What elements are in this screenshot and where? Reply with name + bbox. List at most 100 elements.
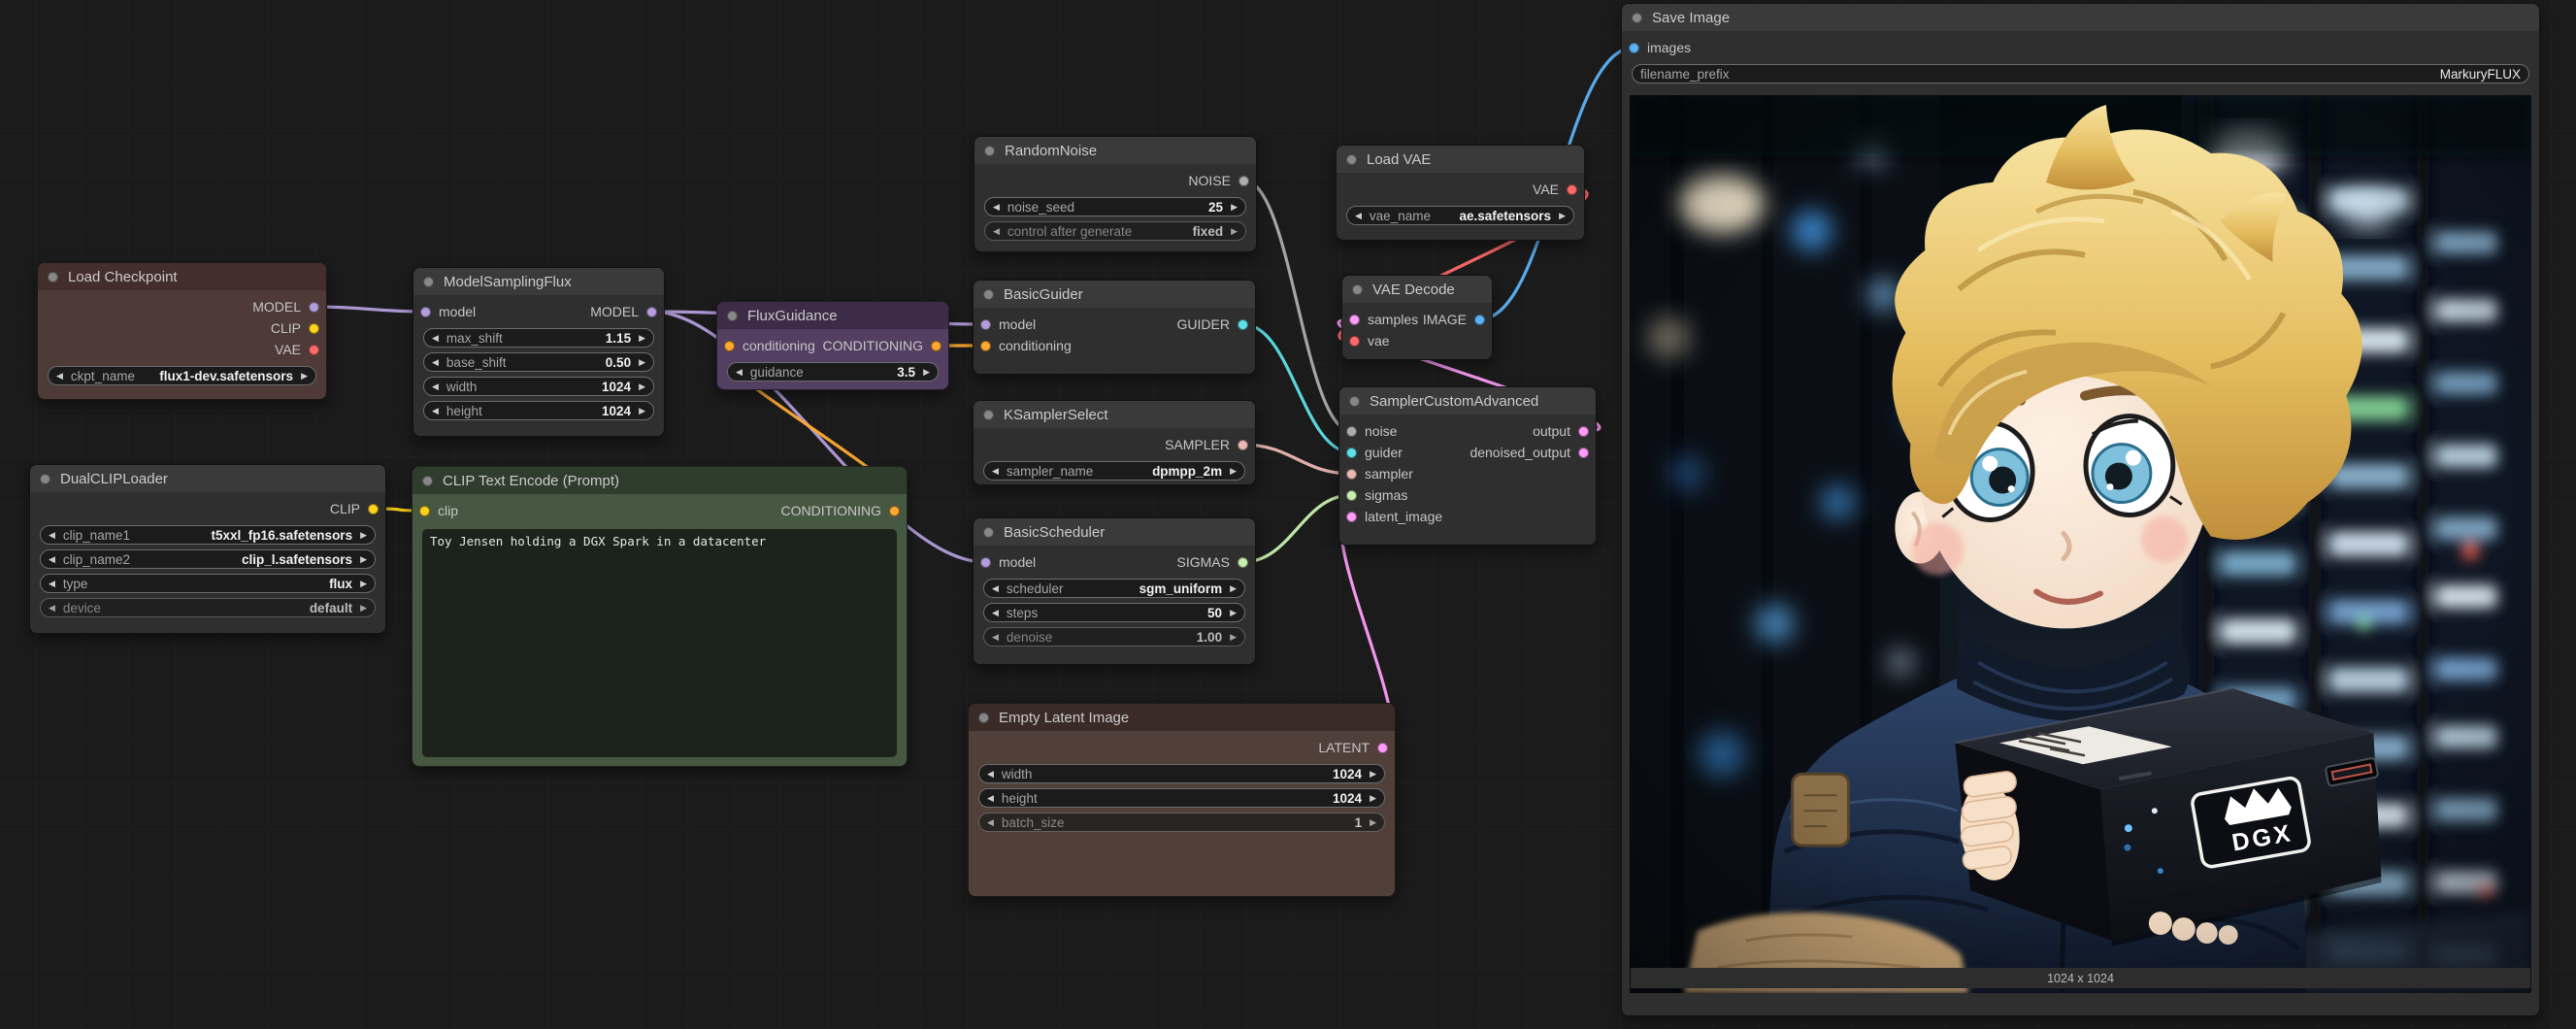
clip_name1-widget[interactable]: ◀clip_name1t5xxl_fp16.safetensors▶	[40, 525, 376, 545]
collapse-dot-icon[interactable]	[983, 527, 994, 538]
filename_prefix-widget[interactable]: filename_prefixMarkuryFLUX	[1632, 64, 2529, 83]
conditioning-input-port[interactable]	[724, 341, 735, 351]
collapse-dot-icon[interactable]	[983, 289, 994, 300]
increment-arrow-icon[interactable]: ▶	[1230, 633, 1237, 642]
node-header[interactable]: FluxGuidance	[717, 302, 948, 329]
NOISE-output-port[interactable]	[1238, 176, 1249, 186]
max_shift-widget[interactable]: ◀max_shift1.15▶	[423, 328, 654, 348]
node-header[interactable]: BasicGuider	[974, 281, 1255, 308]
decrement-arrow-icon[interactable]: ◀	[49, 604, 55, 613]
node-header[interactable]: Load Checkpoint	[38, 263, 326, 290]
control-after-generate-widget[interactable]: ◀control after generatefixed▶	[984, 221, 1246, 241]
SIGMAS-output-port[interactable]	[1238, 557, 1248, 568]
node-clip-text-encode[interactable]: CLIP Text Encode (Prompt)clipCONDITIONIN…	[412, 466, 908, 767]
collapse-dot-icon[interactable]	[48, 272, 58, 282]
denoised_output-output-port[interactable]	[1578, 448, 1589, 458]
increment-arrow-icon[interactable]: ▶	[1230, 609, 1237, 617]
collapse-dot-icon[interactable]	[978, 713, 989, 723]
CLIP-output-port[interactable]	[309, 323, 319, 334]
MODEL-output-port[interactable]	[309, 302, 319, 313]
model-input-port[interactable]	[980, 557, 991, 568]
decrement-arrow-icon[interactable]: ◀	[987, 818, 994, 827]
increment-arrow-icon[interactable]: ▶	[1231, 203, 1238, 212]
increment-arrow-icon[interactable]: ▶	[360, 604, 367, 613]
GUIDER-output-port[interactable]	[1238, 319, 1248, 330]
vae-input-port[interactable]	[1349, 336, 1360, 347]
node-header[interactable]: CLIP Text Encode (Prompt)	[413, 467, 907, 494]
decrement-arrow-icon[interactable]: ◀	[432, 334, 439, 343]
increment-arrow-icon[interactable]: ▶	[639, 358, 645, 367]
node-header[interactable]: Empty Latent Image	[969, 704, 1395, 731]
decrement-arrow-icon[interactable]: ◀	[432, 382, 439, 391]
MODEL-output-port[interactable]	[646, 307, 657, 317]
CONDITIONING-output-port[interactable]	[931, 341, 941, 351]
increment-arrow-icon[interactable]: ▶	[301, 372, 308, 381]
collapse-dot-icon[interactable]	[1349, 396, 1360, 407]
device-widget[interactable]: ◀devicedefault▶	[40, 598, 376, 617]
increment-arrow-icon[interactable]: ▶	[1370, 770, 1376, 779]
collapse-dot-icon[interactable]	[727, 311, 738, 321]
increment-arrow-icon[interactable]: ▶	[639, 334, 645, 343]
increment-arrow-icon[interactable]: ▶	[639, 407, 645, 415]
width-widget[interactable]: ◀width1024▶	[423, 377, 654, 396]
node-save-image[interactable]: Save Imageimagesfilename_prefixMarkuryFL…	[1621, 3, 2540, 1016]
output-output-port[interactable]	[1578, 426, 1589, 437]
decrement-arrow-icon[interactable]: ◀	[992, 633, 999, 642]
decrement-arrow-icon[interactable]: ◀	[736, 368, 743, 377]
guidance-widget[interactable]: ◀guidance3.5▶	[727, 362, 939, 382]
node-basic-guider[interactable]: BasicGuidermodelGUIDERconditioning	[973, 280, 1256, 375]
images-input-port[interactable]	[1629, 43, 1639, 53]
LATENT-output-port[interactable]	[1377, 743, 1388, 753]
decrement-arrow-icon[interactable]: ◀	[1355, 212, 1362, 220]
collapse-dot-icon[interactable]	[1352, 284, 1363, 295]
latent_image-input-port[interactable]	[1346, 512, 1357, 522]
height-widget[interactable]: ◀height1024▶	[978, 788, 1385, 808]
node-header[interactable]: KSamplerSelect	[974, 401, 1255, 428]
batch_size-widget[interactable]: ◀batch_size1▶	[978, 813, 1385, 832]
node-header[interactable]: VAE Decode	[1342, 276, 1492, 303]
samples-input-port[interactable]	[1349, 315, 1360, 325]
node-empty-latent-image[interactable]: Empty Latent ImageLATENT◀width1024▶◀heig…	[968, 703, 1396, 897]
node-header[interactable]: Load VAE	[1337, 146, 1584, 173]
increment-arrow-icon[interactable]: ▶	[360, 531, 367, 540]
node-flux-guidance[interactable]: FluxGuidanceconditioningCONDITIONING◀gui…	[716, 301, 949, 390]
node-model-sampling-flux[interactable]: ModelSamplingFluxmodelMODEL◀max_shift1.1…	[413, 267, 665, 437]
node-ksampler-select[interactable]: KSamplerSelectSAMPLER◀sampler_namedpmpp_…	[973, 400, 1256, 485]
graph-canvas[interactable]: Load CheckpointMODELCLIPVAE◀ckpt_nameflu…	[0, 0, 2576, 1029]
clip-input-port[interactable]	[419, 506, 430, 516]
VAE-output-port[interactable]	[1567, 184, 1577, 195]
decrement-arrow-icon[interactable]: ◀	[432, 407, 439, 415]
increment-arrow-icon[interactable]: ▶	[360, 580, 367, 588]
prompt-textarea[interactable]: Toy Jensen holding a DGX Spark in a data…	[422, 529, 897, 757]
sigmas-input-port[interactable]	[1346, 490, 1357, 501]
noise-input-port[interactable]	[1346, 426, 1357, 437]
collapse-dot-icon[interactable]	[1346, 154, 1357, 165]
node-load-vae[interactable]: Load VAEVAE◀vae_nameae.safetensors▶	[1336, 145, 1585, 241]
node-header[interactable]: DualCLIPLoader	[30, 465, 385, 492]
node-header[interactable]: BasicScheduler	[974, 518, 1255, 546]
scheduler-widget[interactable]: ◀schedulersgm_uniform▶	[983, 579, 1245, 598]
increment-arrow-icon[interactable]: ▶	[639, 382, 645, 391]
decrement-arrow-icon[interactable]: ◀	[432, 358, 439, 367]
model-input-port[interactable]	[420, 307, 431, 317]
conditioning-input-port[interactable]	[980, 341, 991, 351]
increment-arrow-icon[interactable]: ▶	[1230, 584, 1237, 593]
collapse-dot-icon[interactable]	[1632, 13, 1642, 23]
node-vae-decode[interactable]: VAE DecodesamplesIMAGEvae	[1341, 275, 1493, 360]
decrement-arrow-icon[interactable]: ◀	[993, 227, 1000, 236]
decrement-arrow-icon[interactable]: ◀	[49, 555, 55, 564]
type-widget[interactable]: ◀typeflux▶	[40, 574, 376, 593]
increment-arrow-icon[interactable]: ▶	[1370, 818, 1376, 827]
CLIP-output-port[interactable]	[368, 504, 379, 514]
node-dual-clip-loader[interactable]: DualCLIPLoaderCLIP◀clip_name1t5xxl_fp16.…	[29, 464, 386, 634]
collapse-dot-icon[interactable]	[422, 476, 433, 486]
increment-arrow-icon[interactable]: ▶	[923, 368, 930, 377]
increment-arrow-icon[interactable]: ▶	[1231, 227, 1238, 236]
decrement-arrow-icon[interactable]: ◀	[992, 467, 999, 476]
node-sampler-custom-advanced[interactable]: SamplerCustomAdvancednoiseoutputguiderde…	[1338, 386, 1597, 546]
node-basic-scheduler[interactable]: BasicSchedulermodelSIGMAS◀schedulersgm_u…	[973, 517, 1256, 665]
ckpt_name-widget[interactable]: ◀ckpt_nameflux1-dev.safetensors▶	[48, 366, 316, 385]
increment-arrow-icon[interactable]: ▶	[1230, 467, 1237, 476]
node-load-checkpoint[interactable]: Load CheckpointMODELCLIPVAE◀ckpt_nameflu…	[37, 262, 327, 400]
guider-input-port[interactable]	[1346, 448, 1357, 458]
